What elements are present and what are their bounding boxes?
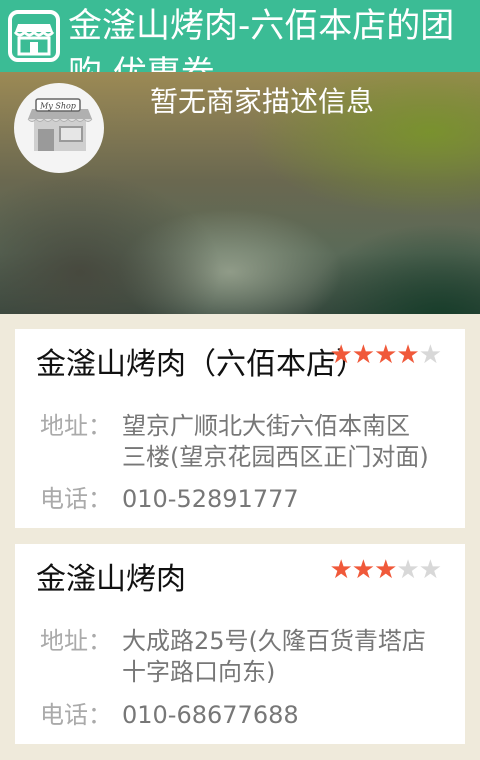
rating-stars: ★★★★★ [329, 555, 442, 585]
app-header: 金滏山烤肉-六佰本店的团购,优惠券 [0, 0, 480, 72]
address-value: 望京广顺北大街六佰本南区三楼(望京花园西区正门对面) [122, 412, 429, 471]
phone-value[interactable]: 010-68677688 [122, 700, 432, 731]
address-value: 大成路25号(久隆百货青塔店十字路口向东) [122, 627, 426, 686]
star-filled-icon: ★ [396, 340, 419, 370]
avatar-text: My Shop [39, 102, 76, 111]
star-filled-icon: ★ [351, 340, 375, 370]
shop-avatar[interactable]: My Shop [14, 83, 104, 173]
star-empty-icon: ★ [418, 555, 442, 585]
phone-label: 电话： [40, 485, 112, 513]
star-filled-icon: ★ [374, 340, 397, 370]
address-label: 地址： [40, 627, 112, 655]
store-card[interactable]: 金滏山烤肉 ★★★★★ 地址： 大成路25号(久隆百货青塔店十字路口向东) 电话… [15, 544, 465, 744]
star-empty-icon: ★ [418, 340, 442, 370]
shop-storefront-icon: My Shop [27, 98, 93, 151]
rating-stars: ★★★★★ [329, 340, 442, 370]
store-name: 金滏山烤肉 [36, 562, 186, 597]
shop-logo-icon[interactable] [8, 10, 60, 62]
star-filled-icon: ★ [329, 555, 352, 585]
shop-description: 暂无商家描述信息 [150, 85, 375, 118]
page-title: 金滏山烤肉-六佰本店的团购,优惠券 [68, 6, 455, 72]
shop-banner: My Shop 暂无商家描述信息 [0, 72, 480, 314]
store-card[interactable]: 金滏山烤肉（六佰本店） ★★★★★ 地址： 望京广顺北大街六佰本南区三楼(望京花… [15, 329, 465, 528]
store-name: 金滏山烤肉（六佰本店） [36, 347, 366, 382]
star-filled-icon: ★ [329, 340, 352, 370]
star-empty-icon: ★ [396, 555, 419, 585]
phone-label: 电话： [40, 701, 112, 729]
address-label: 地址： [40, 412, 112, 440]
phone-value[interactable]: 010-52891777 [122, 484, 432, 515]
star-filled-icon: ★ [351, 555, 375, 585]
star-filled-icon: ★ [374, 555, 397, 585]
